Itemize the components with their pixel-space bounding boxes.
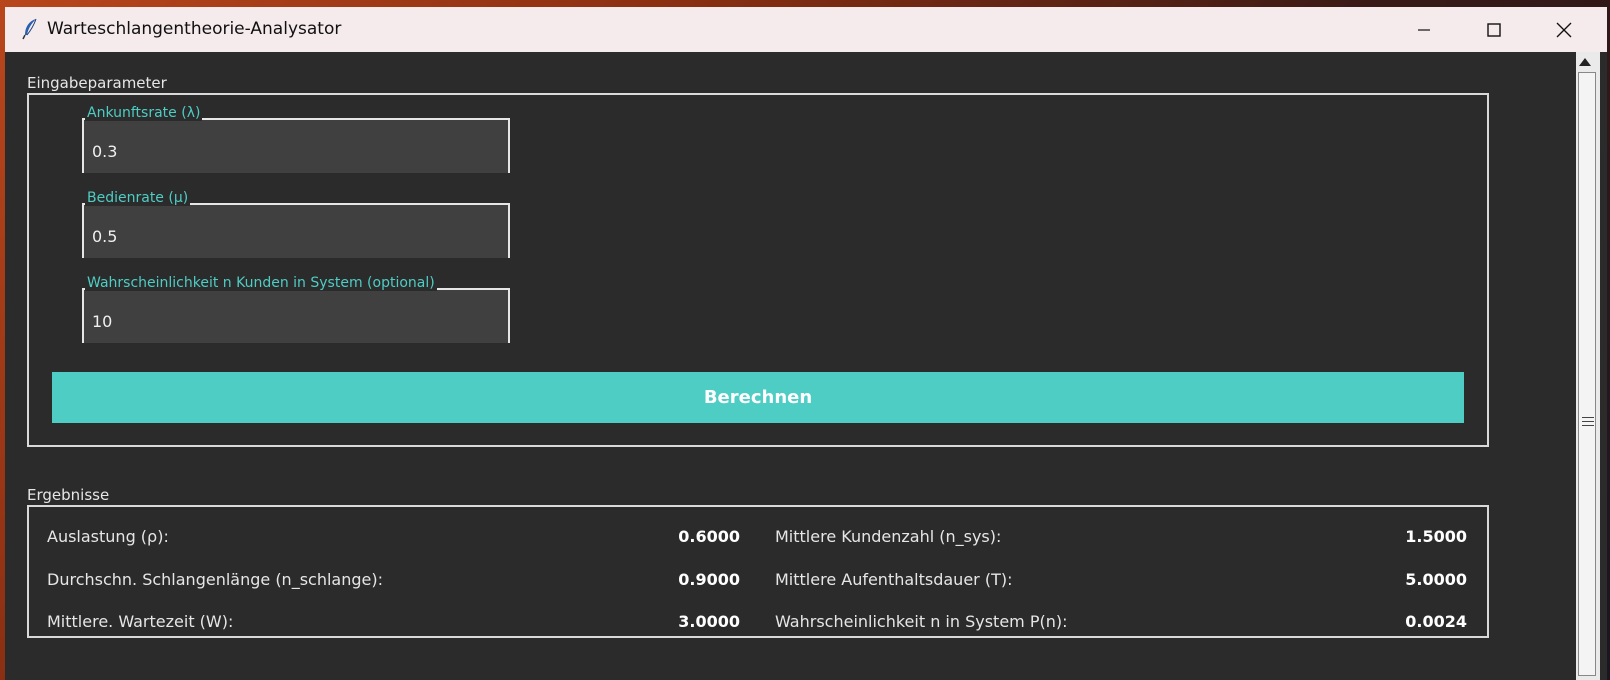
service-rate-label: Bedienrate (μ) [85,190,191,206]
calculate-button[interactable]: Berechnen [52,372,1464,423]
scrollbar-thumb[interactable] [1578,72,1596,676]
input-section-label: Eingabeparameter [27,74,167,92]
customers-system-label: Mittlere Kundenzahl (n_sys): [775,527,1002,546]
utilization-value: 0.6000 [678,527,740,546]
service-rate-field[interactable] [82,203,510,258]
queue-length-value: 0.9000 [678,570,740,589]
minimize-icon [1418,28,1430,31]
probability-n-result-value: 0.0024 [1405,612,1467,631]
probability-n-label: Wahrscheinlichkeit n Kunden in System (o… [85,275,437,291]
title-bar[interactable]: Warteschlangentheorie-Analysator [5,7,1607,52]
customers-system-value: 1.5000 [1405,527,1467,546]
queue-length-label: Durchschn. Schlangenlänge (n_schlange): [47,570,383,589]
scrollbar-grip-icon [1582,417,1594,427]
scroll-up-arrow-icon[interactable] [1579,58,1591,66]
sojourn-time-value: 5.0000 [1405,570,1467,589]
probability-n-result-label: Wahrscheinlichkeit n in System P(n): [775,612,1068,631]
probability-n-input[interactable] [92,308,492,334]
arrival-rate-field[interactable] [82,118,510,173]
arrival-rate-input[interactable] [92,138,492,164]
waiting-time-label: Mittlere. Wartezeit (W): [47,612,234,631]
main-content: Eingabeparameter Ankunftsrate (λ) Bedien… [5,52,1565,680]
results-section-label: Ergebnisse [27,486,110,504]
app-window: Warteschlangentheorie-Analysator Eingabe… [5,7,1607,680]
feather-icon [21,17,41,41]
waiting-time-value: 3.0000 [678,612,740,631]
arrival-rate-label: Ankunftsrate (λ) [85,105,203,121]
minimize-button[interactable] [1389,7,1459,52]
close-icon [1556,22,1572,37]
probability-n-field[interactable] [82,288,510,343]
service-rate-input[interactable] [92,223,492,249]
window-title: Warteschlangentheorie-Analysator [47,19,342,39]
maximize-icon [1487,22,1501,37]
maximize-button[interactable] [1459,7,1529,52]
sojourn-time-label: Mittlere Aufenthaltsdauer (T): [775,570,1013,589]
close-button[interactable] [1529,7,1599,52]
utilization-label: Auslastung (ρ): [47,527,169,546]
vertical-scrollbar[interactable] [1568,52,1607,680]
